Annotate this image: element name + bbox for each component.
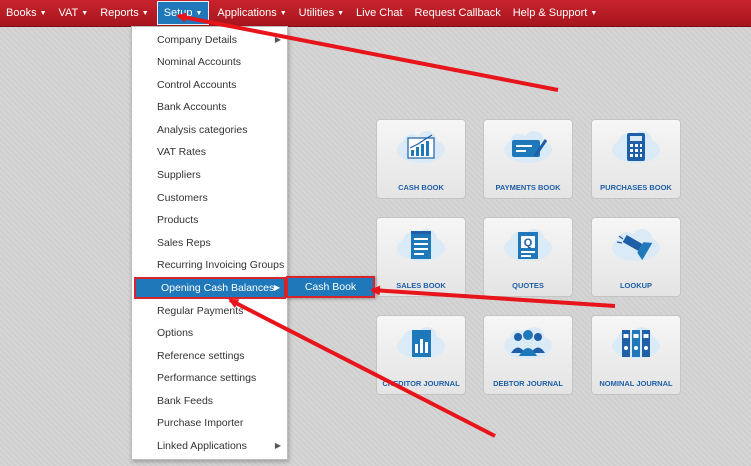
tile-sales-book[interactable]: SALES BOOK: [376, 217, 466, 297]
menu-suppliers[interactable]: Suppliers: [132, 164, 287, 186]
tile-label: LOOKUP: [619, 281, 653, 290]
binders-icon: [612, 327, 660, 359]
menu-opening-cash-balances[interactable]: Opening Cash Balances ▶: [134, 277, 286, 299]
submenu-arrow-icon: ▶: [273, 283, 280, 292]
flashlight-icon: [612, 229, 660, 261]
setup-dropdown-menu: Company Details ▶ Nominal Accounts Contro…: [131, 26, 288, 460]
tile-lookup[interactable]: LOOKUP: [591, 217, 681, 297]
tile-label: NOMINAL JOURNAL: [599, 379, 673, 388]
document-chart-icon: [397, 327, 445, 359]
menu-analysis-categories[interactable]: Analysis categories: [132, 119, 287, 141]
top-navbar: Books ▼ VAT ▼ Reports ▼ Setup ▼ Applications…: [0, 0, 751, 27]
menu-bank-accounts[interactable]: Bank Accounts: [132, 96, 287, 118]
menu-purchase-importer[interactable]: Purchase Importer: [132, 412, 287, 434]
menu-regular-payments[interactable]: Regular Payments: [132, 300, 287, 322]
tile-label: DEBTOR JOURNAL: [493, 379, 563, 388]
tile-label: PURCHASES BOOK: [600, 183, 672, 192]
submenu-arrow-icon: ▶: [274, 441, 281, 450]
tile-label: CREDITOR JOURNAL: [382, 379, 460, 388]
submenu-cash-book[interactable]: Cash Book: [286, 276, 375, 298]
menu-performance-settings[interactable]: Performance settings: [132, 367, 287, 389]
menu-customers[interactable]: Customers: [132, 187, 287, 209]
tile-purchases-book[interactable]: PURCHASES BOOK: [591, 119, 681, 199]
nav-books[interactable]: Books ▼: [0, 0, 53, 26]
menu-company-details[interactable]: Company Details ▶: [132, 29, 287, 51]
nav-vat[interactable]: VAT ▼: [53, 0, 95, 26]
menu-recurring-invoicing-groups[interactable]: Recurring Invoicing Groups: [132, 254, 287, 276]
people-group-icon: [504, 327, 552, 359]
menu-control-accounts[interactable]: Control Accounts: [132, 74, 287, 96]
tile-label: PAYMENTS BOOK: [495, 183, 561, 192]
menu-sales-reps[interactable]: Sales Reps: [132, 232, 287, 254]
tile-label: QUOTES: [512, 281, 544, 290]
nav-reports[interactable]: Reports ▼: [94, 0, 154, 26]
payment-card-icon: [504, 131, 552, 163]
tile-label: CASH BOOK: [398, 183, 444, 192]
notepad-icon: [397, 229, 445, 261]
tile-nominal-journal[interactable]: NOMINAL JOURNAL: [591, 315, 681, 395]
nav-utilities[interactable]: Utilities ▼: [293, 0, 350, 26]
nav-live-chat[interactable]: Live Chat: [350, 0, 408, 26]
calculator-icon: [612, 131, 660, 163]
tile-debtor-journal[interactable]: DEBTOR JOURNAL: [483, 315, 573, 395]
menu-products[interactable]: Products: [132, 209, 287, 231]
menu-reference-settings[interactable]: Reference settings: [132, 345, 287, 367]
tile-quotes[interactable]: Q QUOTES: [483, 217, 573, 297]
nav-request-callback[interactable]: Request Callback: [409, 0, 507, 26]
menu-nominal-accounts[interactable]: Nominal Accounts: [132, 51, 287, 73]
nav-applications[interactable]: Applications ▼: [211, 0, 292, 26]
quote-document-icon: Q: [504, 229, 552, 261]
bar-chart-icon: [397, 131, 445, 163]
nav-help-support[interactable]: Help & Support ▼: [507, 0, 604, 26]
tile-creditor-journal[interactable]: CREDITOR JOURNAL: [376, 315, 466, 395]
nav-setup[interactable]: Setup ▼: [156, 1, 210, 25]
menu-options[interactable]: Options: [132, 322, 287, 344]
menu-linked-applications[interactable]: Linked Applications ▶: [132, 435, 287, 457]
submenu-arrow-icon: ▶: [274, 35, 281, 44]
menu-bank-feeds[interactable]: Bank Feeds: [132, 390, 287, 412]
tile-label: SALES BOOK: [396, 281, 446, 290]
tile-cash-book[interactable]: CASH BOOK: [376, 119, 466, 199]
menu-vat-rates[interactable]: VAT Rates: [132, 141, 287, 163]
tile-payments-book[interactable]: PAYMENTS BOOK: [483, 119, 573, 199]
svg-text:Q: Q: [524, 237, 533, 249]
